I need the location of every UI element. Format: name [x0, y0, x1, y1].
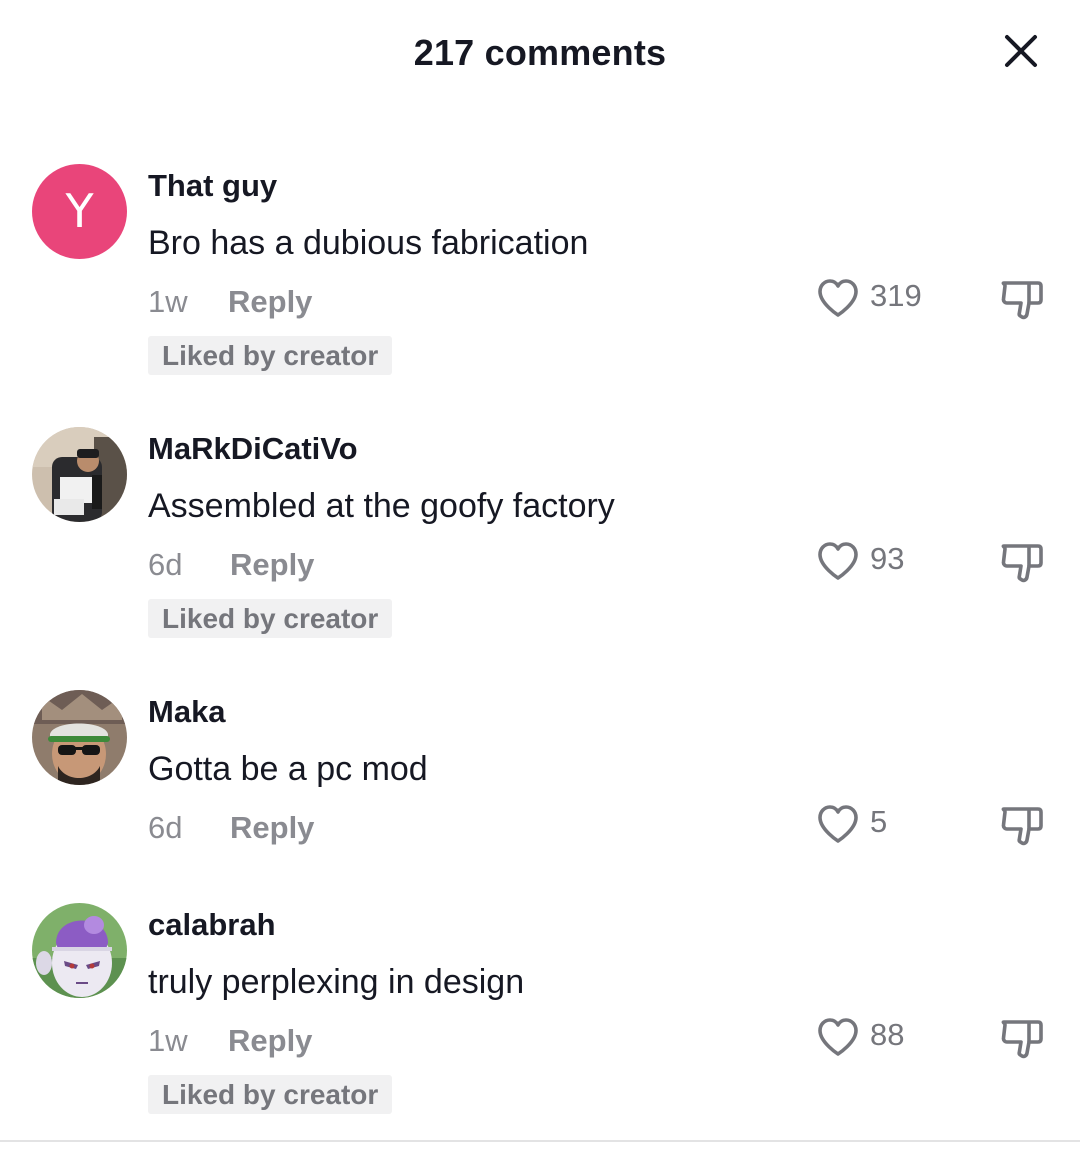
like-count: 5 — [870, 804, 888, 839]
comment-time: 6d — [148, 547, 183, 582]
comments-sheet: 217 comments Y That guy Bro has a dubiou… — [0, 0, 1080, 1151]
comment-time: 6d — [148, 810, 183, 845]
comments-count-title: 217 comments — [413, 32, 667, 73]
comment-username[interactable]: That guy — [148, 168, 277, 204]
avatar-photo — [32, 903, 127, 998]
close-button[interactable] — [996, 26, 1046, 76]
like-count: 88 — [870, 1017, 905, 1052]
dislike-button[interactable] — [996, 800, 1048, 852]
thumbs-down-icon — [1001, 807, 1043, 846]
bottom-divider — [0, 1140, 1080, 1142]
comment-time: 1w — [148, 1023, 188, 1058]
avatar[interactable] — [32, 427, 127, 522]
thumbs-down-icon — [1001, 544, 1043, 583]
like-count: 319 — [870, 278, 922, 313]
dislike-button[interactable] — [996, 537, 1048, 589]
close-icon — [1005, 35, 1037, 67]
avatar-letter: Y — [32, 164, 127, 259]
avatar-photo — [32, 427, 127, 522]
heart-icon — [814, 274, 862, 322]
comment-username[interactable]: MaRkDiCatiVo — [148, 431, 358, 467]
liked-by-creator-badge: Liked by creator — [148, 1075, 393, 1114]
comment-text: Gotta be a pc mod — [148, 750, 428, 788]
reply-button[interactable]: Reply — [230, 547, 314, 583]
comment-username[interactable]: Maka — [148, 694, 226, 730]
dislike-button[interactable] — [996, 1013, 1048, 1065]
comment-text: truly perplexing in design — [148, 963, 525, 1001]
thumbs-down-icon — [1001, 1020, 1043, 1059]
comment-time: 1w — [148, 284, 188, 319]
like-count: 93 — [870, 541, 905, 576]
reply-button[interactable]: Reply — [228, 1023, 312, 1059]
avatar-photo — [32, 690, 127, 785]
heart-icon — [814, 537, 862, 585]
reply-button[interactable]: Reply — [230, 810, 314, 846]
avatar[interactable]: Y — [32, 164, 127, 259]
liked-by-creator-badge: Liked by creator — [148, 599, 393, 638]
comment-text: Bro has a dubious fabrication — [148, 224, 589, 262]
comment-text: Assembled at the goofy factory — [148, 487, 615, 525]
thumbs-down-icon — [1001, 281, 1043, 320]
avatar[interactable] — [32, 903, 127, 998]
reply-button[interactable]: Reply — [228, 284, 312, 320]
comment-username[interactable]: calabrah — [148, 907, 276, 943]
heart-icon — [814, 800, 862, 848]
heart-icon — [814, 1013, 862, 1061]
avatar[interactable] — [32, 690, 127, 785]
dislike-button[interactable] — [996, 274, 1048, 326]
comments-header: 217 comments — [0, 0, 1080, 110]
liked-by-creator-badge: Liked by creator — [148, 336, 393, 375]
